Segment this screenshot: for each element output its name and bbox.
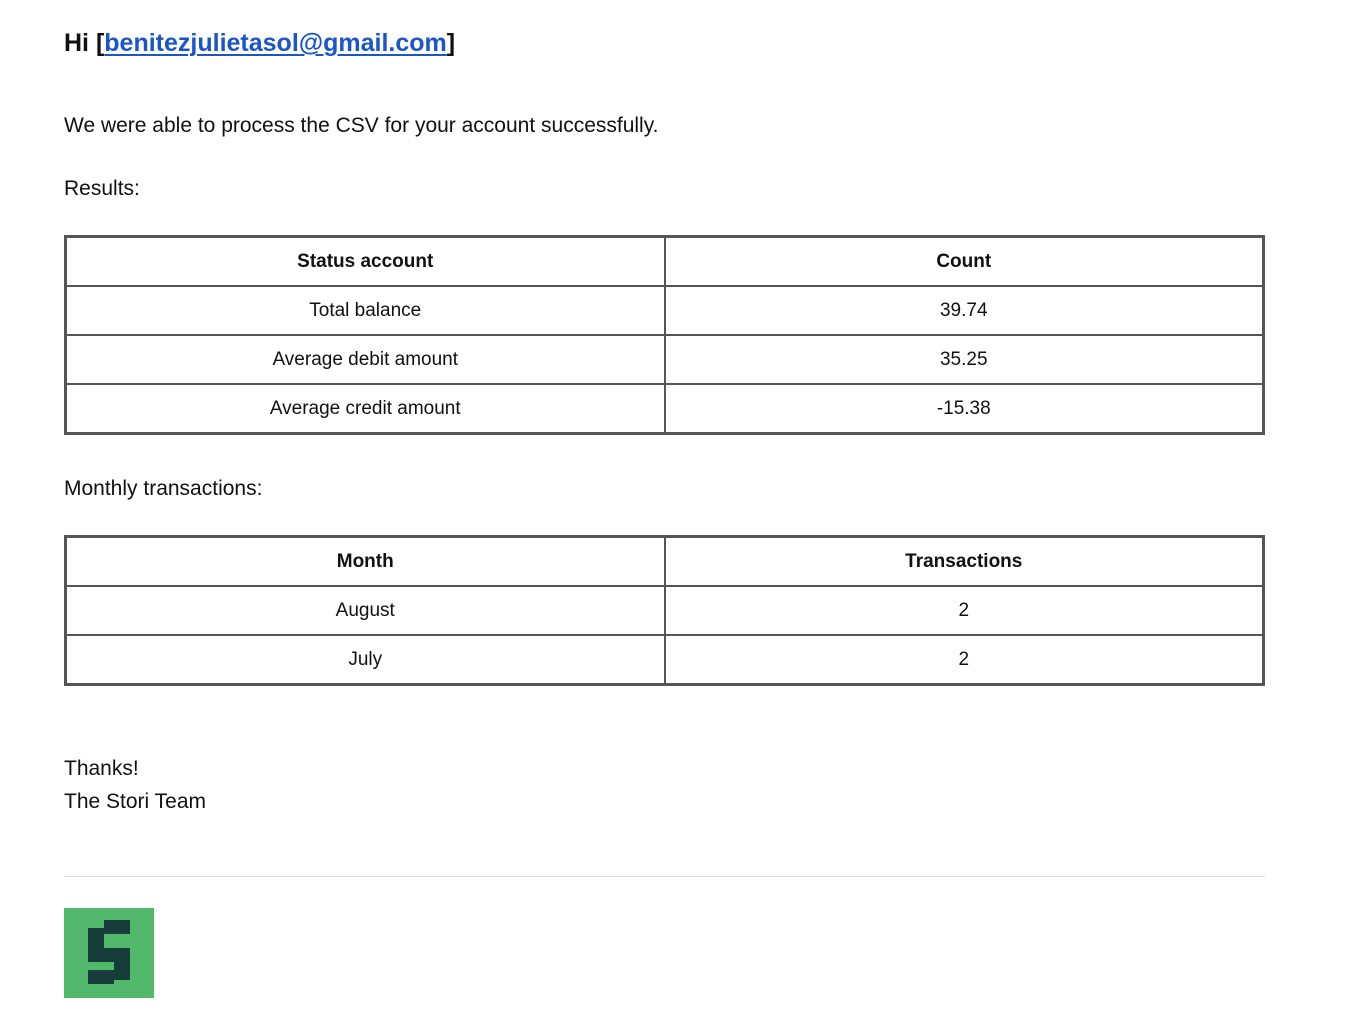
- monthly-cell-count: 2: [663, 585, 1265, 636]
- monthly-cell-month: August: [64, 585, 666, 636]
- results-header-row: Status account Count: [64, 235, 1265, 287]
- monthly-header-row: Month Transactions: [64, 535, 1265, 587]
- table-row: Average debit amount 35.25: [64, 334, 1265, 385]
- results-table: Status account Count Total balance 39.74…: [64, 235, 1265, 435]
- recipient-email-link[interactable]: benitezjulietasol@gmail.com: [104, 29, 447, 57]
- greeting-prefix: Hi [: [64, 29, 105, 57]
- results-header-status: Status account: [64, 235, 666, 287]
- results-header-count: Count: [663, 235, 1265, 287]
- intro-text: We were able to process the CSV for your…: [64, 114, 659, 137]
- results-cell-value: -15.38: [663, 383, 1265, 435]
- results-cell-label: Average debit amount: [64, 334, 666, 385]
- greeting-suffix: ]: [446, 29, 456, 57]
- monthly-cell-month: July: [64, 634, 666, 686]
- monthly-transactions-table: Month Transactions August 2 July 2: [64, 535, 1265, 686]
- greeting: Hi [benitezjulietasol@gmail.com]: [64, 26, 455, 60]
- monthly-transactions-label: Monthly transactions:: [64, 477, 263, 500]
- results-cell-label: Average credit amount: [64, 383, 666, 435]
- monthly-cell-count: 2: [663, 634, 1265, 686]
- monthly-header-month: Month: [64, 535, 666, 587]
- signoff: Thanks! The Stori Team: [64, 752, 206, 818]
- results-cell-value: 39.74: [663, 285, 1265, 336]
- signoff-team: The Stori Team: [64, 790, 207, 813]
- signoff-thanks: Thanks!: [64, 757, 139, 780]
- results-cell-label: Total balance: [64, 285, 666, 336]
- results-cell-value: 35.25: [663, 334, 1265, 385]
- monthly-header-transactions: Transactions: [663, 535, 1265, 587]
- results-label: Results:: [64, 177, 140, 200]
- footer-divider: [64, 876, 1265, 877]
- table-row: Average credit amount -15.38: [64, 383, 1265, 435]
- table-row: August 2: [64, 585, 1265, 636]
- stori-logo-icon: [64, 908, 154, 998]
- table-row: Total balance 39.74: [64, 285, 1265, 336]
- table-row: July 2: [64, 634, 1265, 686]
